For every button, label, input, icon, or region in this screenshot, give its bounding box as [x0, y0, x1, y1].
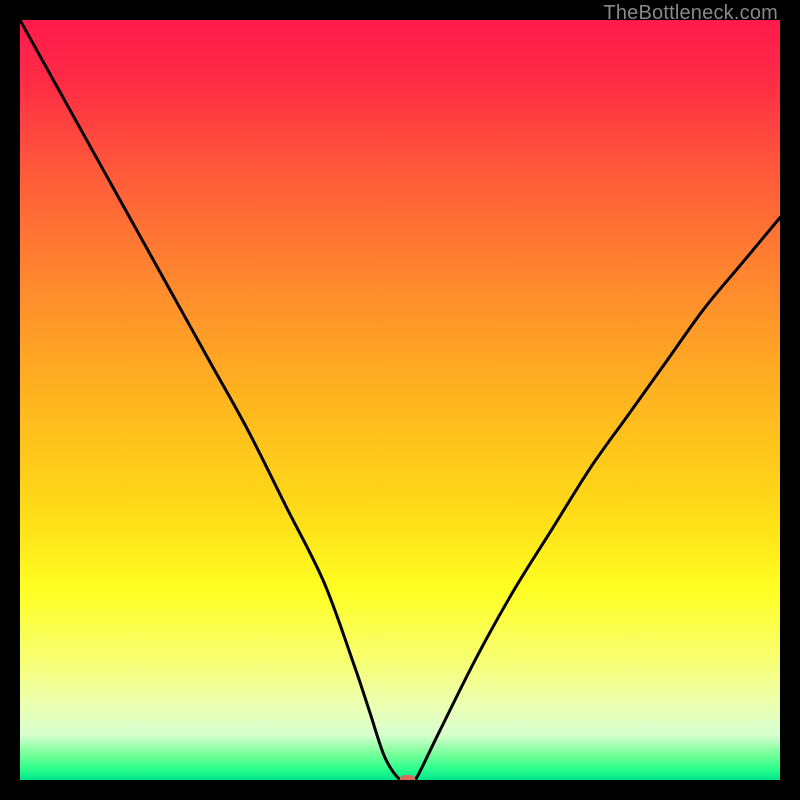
optimum-marker	[400, 775, 416, 780]
chart-svg	[20, 20, 780, 780]
gradient-background	[20, 20, 780, 780]
plot-area	[20, 20, 780, 780]
watermark-text: TheBottleneck.com	[603, 2, 778, 25]
chart-frame: TheBottleneck.com	[0, 0, 800, 800]
